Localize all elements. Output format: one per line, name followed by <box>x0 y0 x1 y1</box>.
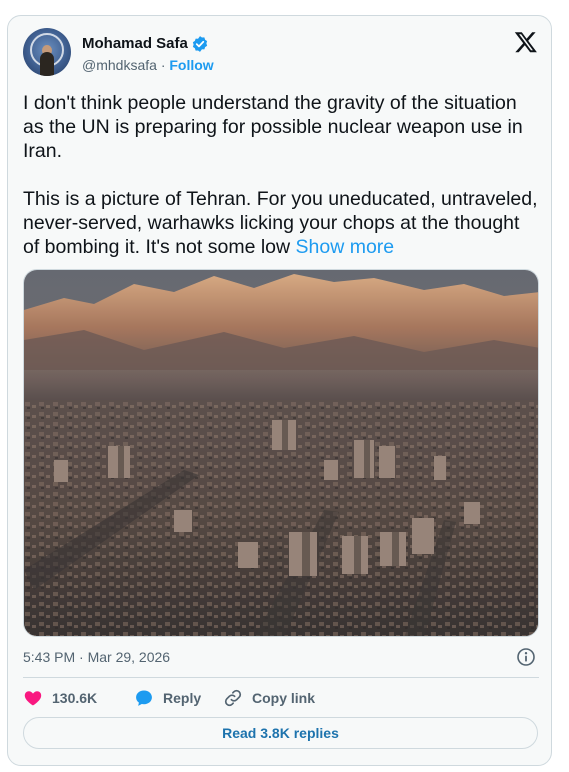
post-body: I don't think people understand the grav… <box>23 92 538 258</box>
author-name[interactable]: Mohamad Safa <box>82 35 188 52</box>
like-count: 130.6K <box>52 690 98 706</box>
like-button[interactable]: 130.6K <box>23 686 97 710</box>
copy-link-label: Copy link <box>252 690 316 706</box>
handle-row: @mhdksafa · Follow <box>82 57 214 73</box>
post-text: I don't think people understand the grav… <box>23 91 538 259</box>
author-handle[interactable]: @mhdksafa <box>82 57 157 73</box>
follow-button[interactable]: Follow <box>169 57 213 73</box>
author-avatar[interactable] <box>23 28 71 76</box>
heart-icon <box>24 691 42 706</box>
handle-separator: · <box>160 57 166 73</box>
verified-badge-icon <box>192 36 208 52</box>
show-more-link[interactable]: Show more <box>296 236 395 258</box>
post-timestamp[interactable]: 5:43 PM · Mar 29, 2026 <box>23 649 170 665</box>
reply-label: Reply <box>163 690 202 706</box>
reply-button[interactable]: Reply <box>134 686 201 710</box>
post-photo[interactable] <box>23 269 539 637</box>
action-bar: 130.6K Reply Copy link <box>23 686 539 710</box>
copy-link-button[interactable]: Copy link <box>223 686 315 710</box>
x-logo-icon[interactable] <box>514 30 538 54</box>
reply-icon <box>136 690 152 706</box>
read-replies-button[interactable]: Read 3.8K replies <box>23 717 538 749</box>
embedded-post-card: Mohamad Safa @mhdksafa · Follow I don't … <box>7 15 552 766</box>
divider <box>23 677 539 678</box>
info-icon[interactable] <box>516 647 536 667</box>
link-icon <box>224 689 242 707</box>
